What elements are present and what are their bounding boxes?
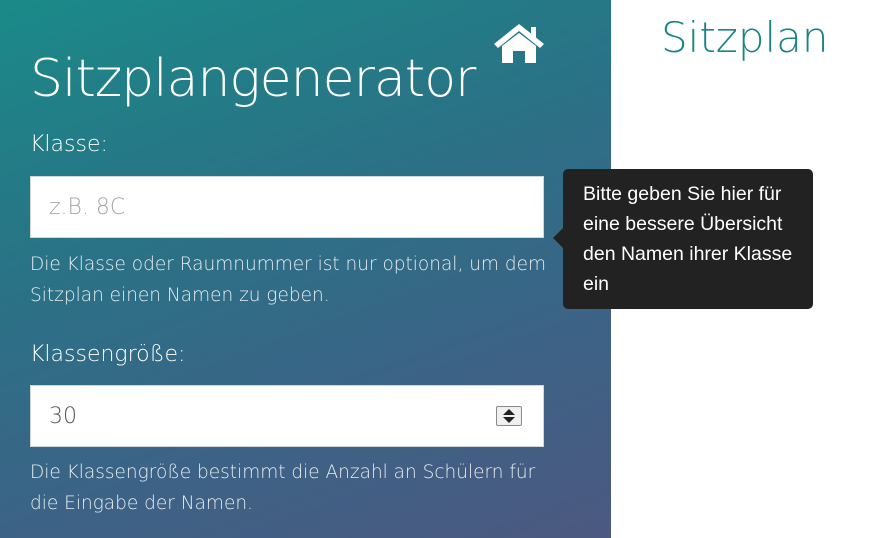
class-input[interactable] bbox=[30, 176, 544, 238]
class-size-help-text: Die Klassengröße bestimmt die Anzahl an … bbox=[30, 462, 536, 514]
tooltip-arrow bbox=[553, 228, 563, 248]
class-label: Klasse: bbox=[30, 132, 108, 157]
class-size-label: Klassengröße: bbox=[30, 342, 186, 367]
class-size-input[interactable]: 30 bbox=[30, 385, 544, 447]
class-size-value[interactable]: 30 bbox=[49, 404, 496, 429]
seating-plan-title: Sitzplan bbox=[661, 13, 829, 62]
number-spinner[interactable] bbox=[496, 406, 522, 426]
page: Sitzplangenerator Klasse: Die Klasse ode… bbox=[0, 0, 870, 538]
tooltip: Bitte geben Sie hier für eine bessere Üb… bbox=[563, 169, 813, 309]
class-help-text: Die Klasse oder Raumnummer ist nur optio… bbox=[30, 254, 546, 306]
home-icon[interactable] bbox=[492, 22, 546, 64]
app-title: Sitzplangenerator bbox=[30, 49, 476, 109]
form-panel: Sitzplangenerator Klasse: Die Klasse ode… bbox=[0, 0, 611, 538]
increment-arrow-icon[interactable] bbox=[503, 409, 515, 415]
decrement-arrow-icon[interactable] bbox=[503, 417, 515, 423]
